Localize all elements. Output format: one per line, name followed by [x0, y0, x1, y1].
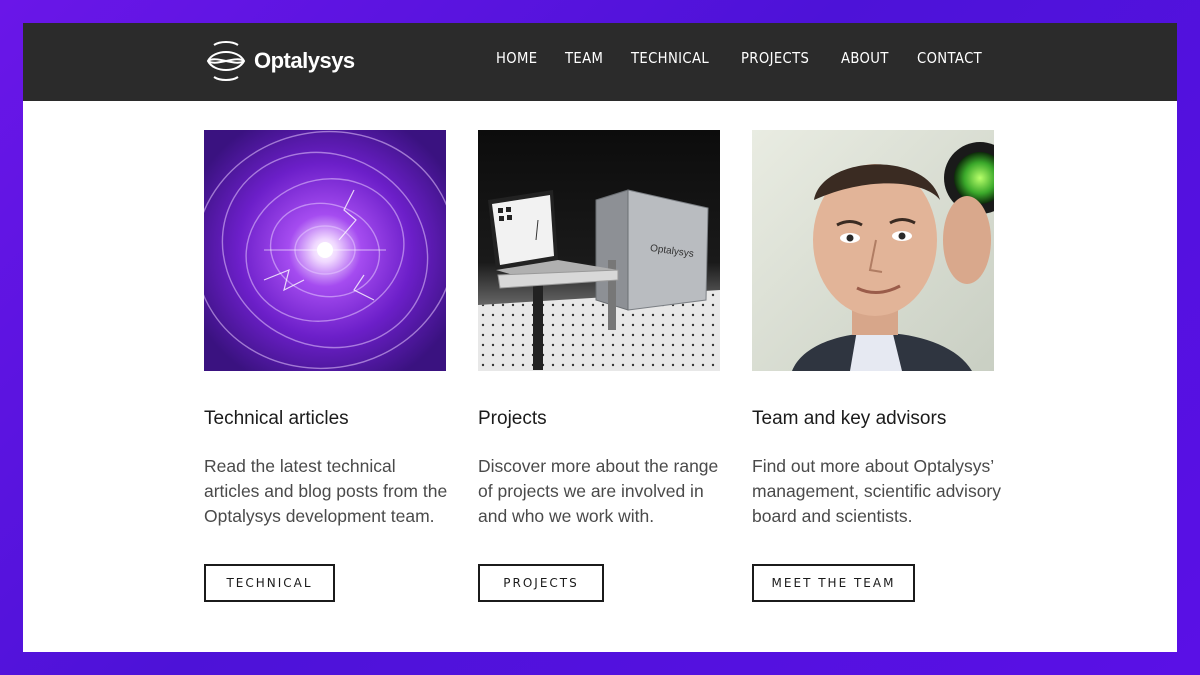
card-description: Find out more about Optalysys’ managemen… [752, 456, 1001, 526]
nav-team[interactable]: TEAM [565, 49, 603, 67]
brand-logo[interactable]: Optalysys [204, 39, 355, 83]
card-title: Team and key advisors [752, 408, 947, 429]
nav-technical[interactable]: TECHNICAL [631, 49, 709, 67]
purple-light-vortex-image[interactable] [204, 130, 446, 371]
technical-button[interactable]: TECHNICAL [204, 564, 335, 602]
card-title: Technical articles [204, 408, 349, 429]
nav-contact[interactable]: CONTACT [917, 49, 982, 67]
meet-the-team-button[interactable]: MEET THE TEAM [752, 564, 915, 602]
nav-home[interactable]: HOME [496, 49, 537, 67]
optical-computer-laptop-case-image[interactable]: Optalysys [478, 130, 720, 371]
page-frame: Optalysys HOME TEAM TECHNICAL PROJECTS A… [23, 23, 1177, 652]
card-title: Projects [478, 408, 547, 429]
projects-button[interactable]: PROJECTS [478, 564, 604, 602]
card-team: Team and key advisors Find out more abou… [752, 130, 1001, 529]
optalysys-logo-icon [206, 41, 246, 81]
card-description: Read the latest technical articles and b… [204, 456, 448, 526]
nav-about[interactable]: ABOUT [841, 49, 889, 67]
card-technical: Technical articles Read the latest techn… [204, 130, 447, 529]
main-nav: HOME TEAM TECHNICAL PROJECTS ABOUT CONTA… [496, 49, 991, 67]
card-projects: Optalysys Projects Discover more about t… [478, 130, 720, 529]
card-description: Discover more about the range of project… [478, 456, 719, 526]
team-member-portrait-image[interactable] [752, 130, 994, 371]
brand-name: Optalysys [254, 48, 355, 73]
top-navigation-bar: Optalysys HOME TEAM TECHNICAL PROJECTS A… [23, 23, 1177, 101]
nav-projects[interactable]: PROJECTS [741, 49, 809, 67]
